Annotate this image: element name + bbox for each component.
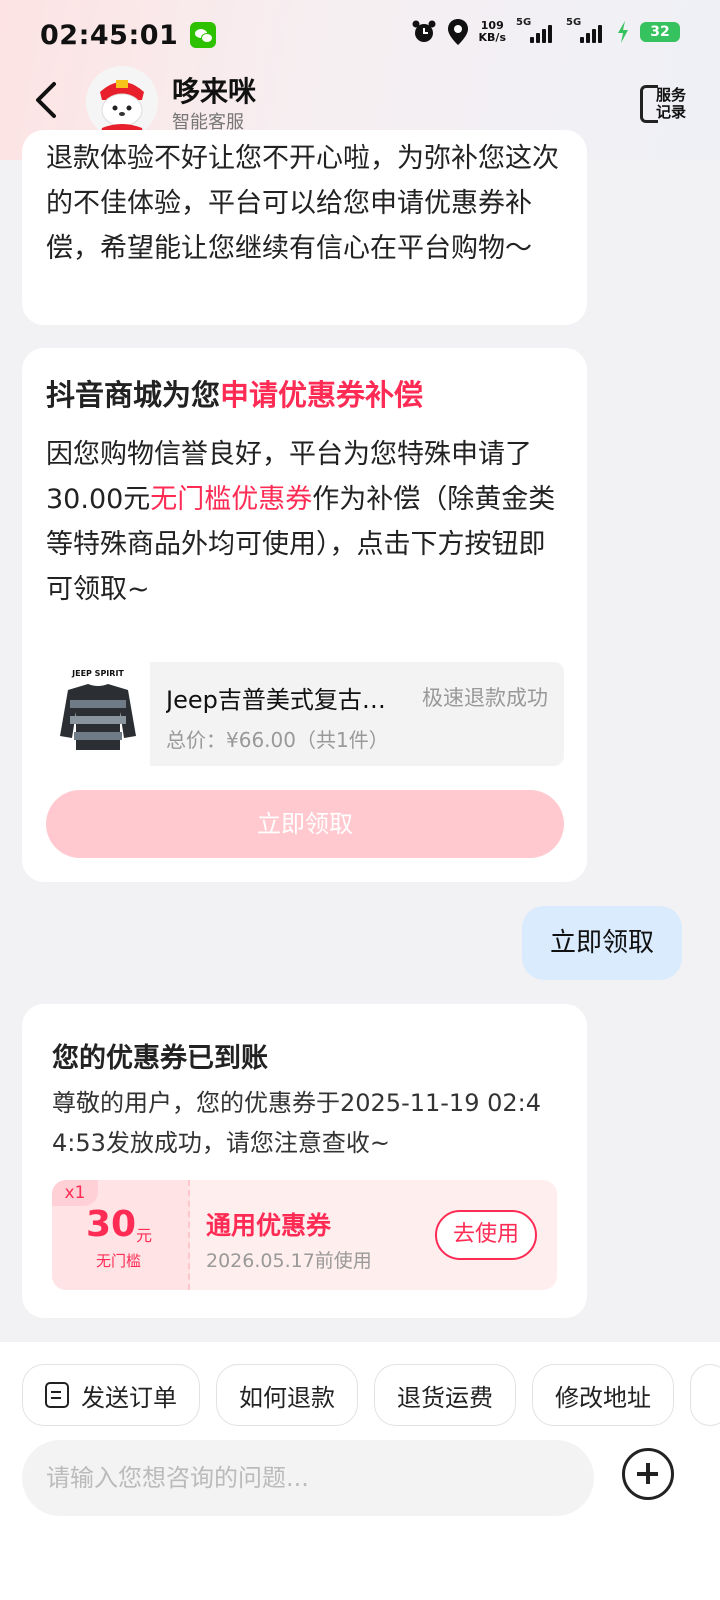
- quick-reply-chips: 发送订单 如何退款 退货运费 修改地址: [22, 1364, 720, 1426]
- status-bar: 02:45:01 109 KB/s 5G 5G 32: [0, 0, 720, 70]
- use-coupon-button[interactable]: 去使用: [435, 1210, 537, 1260]
- change-address-chip[interactable]: 修改地址: [532, 1364, 674, 1426]
- coupon-offer-card: 抖音商城为您申请优惠券补偿 因您购物信誉良好，平台为您特殊申请了30.00元无门…: [22, 348, 587, 882]
- page-title: 哆来咪: [172, 75, 257, 108]
- send-order-chip[interactable]: 发送订单: [22, 1364, 200, 1426]
- avatar[interactable]: [86, 66, 158, 138]
- add-button[interactable]: [622, 1448, 674, 1500]
- coupon-name: 通用优惠券: [206, 1211, 332, 1240]
- order-item[interactable]: JEEP SPIRIT Jeep吉普美式复古条纹毛衣 极速退款成功 总价：¥66…: [46, 662, 564, 766]
- coupon-amount: 30: [86, 1204, 137, 1245]
- battery-icon: 32: [640, 22, 680, 42]
- claim-coupon-button[interactable]: 立即领取: [46, 790, 564, 858]
- card-title: 抖音商城为您申请优惠券补偿: [46, 378, 424, 412]
- card-body: 尊敬的用户，您的优惠券于2025-11-19 02:44:53发放成功，请您注意…: [52, 1089, 541, 1157]
- service-record-button[interactable]: 服务 记录: [640, 82, 690, 126]
- coupon-condition: 无门槛: [96, 1252, 142, 1270]
- order-document-icon: [45, 1382, 69, 1408]
- status-time: 02:45:01: [40, 19, 179, 51]
- coupon-unit: 元: [136, 1226, 153, 1245]
- coupon[interactable]: x1 30 元 无门槛 通用优惠券 2026.05.17前使用 去使用: [52, 1180, 557, 1290]
- back-button[interactable]: [30, 80, 64, 120]
- status-icons: 109 KB/s 5G 5G 32: [411, 17, 680, 46]
- location-icon: [447, 19, 468, 45]
- input-area: 发送订单 如何退款 退货运费 修改地址: [0, 1342, 720, 1600]
- mascot-avatar-icon: [86, 66, 158, 138]
- wechat-notification-icon: [190, 22, 217, 48]
- coupon-expiry: 2026.05.17前使用: [206, 1250, 372, 1272]
- signal-strength-icon: 5G: [516, 17, 556, 43]
- bot-message: 退款体验不好让您不开心啦，为弥补您这次的不佳体验，平台可以给您申请优惠券补偿，希…: [22, 130, 587, 325]
- product-name: Jeep吉普美式复古条纹毛衣: [166, 686, 394, 714]
- alarm-icon: [412, 20, 436, 42]
- order-price: 总价：¥66.00（共1件）: [166, 728, 389, 752]
- coupon-received-card: 您的优惠券已到账 尊敬的用户，您的优惠券于2025-11-19 02:44:53…: [22, 1004, 587, 1318]
- message-text: 退款体验不好让您不开心啦，为弥补您这次的不佳体验，平台可以给您申请优惠券补偿，希…: [46, 143, 559, 264]
- card-title: 您的优惠券已到账: [52, 1043, 268, 1074]
- product-thumbnail: JEEP SPIRIT: [46, 662, 150, 766]
- coupon-value-section: x1 30 元 无门槛: [52, 1180, 190, 1290]
- refund-status: 极速退款成功: [422, 686, 548, 710]
- signal-strength-icon: 5G: [566, 17, 606, 43]
- card-body: 因您购物信誉良好，平台为您特殊申请了30.00元无门槛优惠券作为补偿（除黄金类等…: [46, 439, 556, 605]
- coupon-count-badge: x1: [52, 1180, 98, 1206]
- return-shipping-chip[interactable]: 退货运费: [374, 1364, 516, 1426]
- how-to-refund-chip[interactable]: 如何退款: [216, 1364, 358, 1426]
- charging-icon: [618, 21, 628, 43]
- user-message: 立即领取: [522, 906, 682, 980]
- more-chip[interactable]: [690, 1364, 720, 1426]
- svg-text:JEEP SPIRIT: JEEP SPIRIT: [71, 669, 124, 678]
- message-input[interactable]: [22, 1440, 594, 1516]
- network-speed: 109 KB/s: [478, 19, 506, 44]
